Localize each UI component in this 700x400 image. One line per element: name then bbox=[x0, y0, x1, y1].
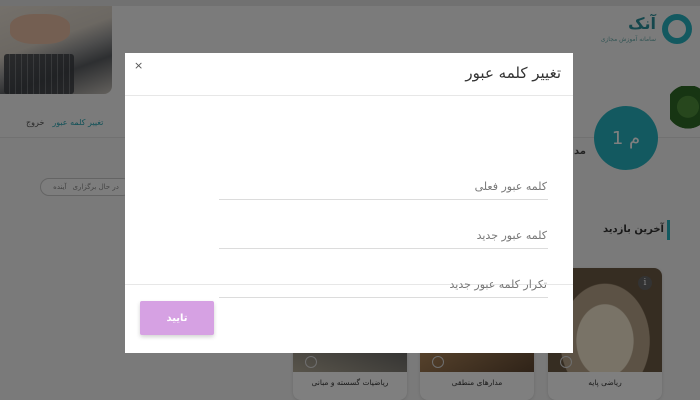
confirm-button[interactable]: تایید bbox=[140, 301, 214, 335]
modal-header: تغییر کلمه عبور × bbox=[125, 53, 573, 96]
new-password-field[interactable] bbox=[219, 227, 548, 249]
modal-body bbox=[125, 96, 573, 298]
modal-title: تغییر کلمه عبور bbox=[465, 64, 561, 82]
current-password-field[interactable] bbox=[219, 178, 548, 200]
change-password-modal: تغییر کلمه عبور × تایید bbox=[125, 53, 573, 353]
modal-footer: تایید bbox=[125, 285, 573, 353]
close-icon[interactable]: × bbox=[134, 59, 143, 72]
